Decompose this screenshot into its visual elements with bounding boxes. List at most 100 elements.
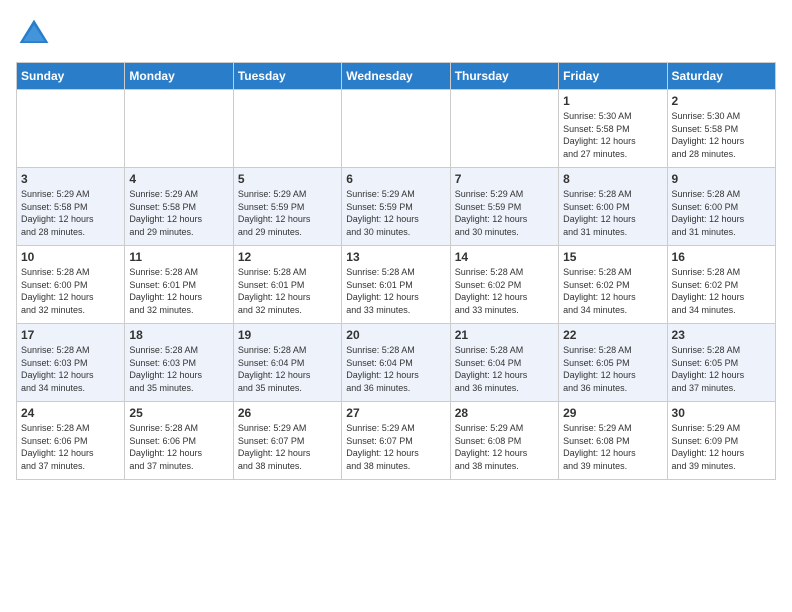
day-info: Sunrise: 5:28 AM Sunset: 6:01 PM Dayligh… [129, 266, 228, 316]
calendar-cell: 6Sunrise: 5:29 AM Sunset: 5:59 PM Daylig… [342, 168, 450, 246]
weekday-tuesday: Tuesday [233, 63, 341, 90]
day-number: 9 [672, 172, 771, 186]
calendar-cell: 2 Sunrise: 5:30 AM Sunset: 5:58 PM Daylig… [667, 90, 775, 168]
calendar-week-4: 17 Sunrise: 5:28 AM Sunset: 6:03 PM Dayli… [17, 324, 776, 402]
logo [16, 16, 56, 52]
calendar-cell: 30Sunrise: 5:29 AM Sunset: 6:09 PM Dayli… [667, 402, 775, 480]
day-info: Sunrise: 5:30 AM Sunset: 5:58 PM Dayligh… [672, 110, 771, 160]
day-info: Sunrise: 5:29 AM Sunset: 6:07 PM Dayligh… [346, 422, 445, 472]
day-info: Sunrise: 5:28 AM Sunset: 6:00 PM Dayligh… [21, 266, 120, 316]
day-number: 21 [455, 328, 554, 342]
day-info: Sunrise: 5:28 AM Sunset: 6:05 PM Dayligh… [563, 344, 662, 394]
calendar-cell: 17 Sunrise: 5:28 AM Sunset: 6:03 PM Dayli… [17, 324, 125, 402]
day-info: Sunrise: 5:29 AM Sunset: 5:58 PM Dayligh… [129, 188, 228, 238]
calendar-cell: 25 Sunrise: 5:28 AM Sunset: 6:06 PM Dayli… [125, 402, 233, 480]
weekday-saturday: Saturday [667, 63, 775, 90]
day-info: Sunrise: 5:28 AM Sunset: 6:02 PM Dayligh… [672, 266, 771, 316]
calendar-cell: 29Sunrise: 5:29 AM Sunset: 6:08 PM Dayli… [559, 402, 667, 480]
calendar-cell: 12 Sunrise: 5:28 AM Sunset: 6:01 PM Dayli… [233, 246, 341, 324]
calendar-cell: 4 Sunrise: 5:29 AM Sunset: 5:58 PM Daylig… [125, 168, 233, 246]
calendar-cell: 24 Sunrise: 5:28 AM Sunset: 6:06 PM Dayli… [17, 402, 125, 480]
day-number: 14 [455, 250, 554, 264]
day-number: 11 [129, 250, 228, 264]
day-number: 27 [346, 406, 445, 420]
day-number: 4 [129, 172, 228, 186]
day-info: Sunrise: 5:28 AM Sunset: 6:01 PM Dayligh… [238, 266, 337, 316]
day-info: Sunrise: 5:28 AM Sunset: 6:04 PM Dayligh… [238, 344, 337, 394]
calendar-cell: 11 Sunrise: 5:28 AM Sunset: 6:01 PM Dayli… [125, 246, 233, 324]
day-number: 5 [238, 172, 337, 186]
day-info: Sunrise: 5:29 AM Sunset: 6:07 PM Dayligh… [238, 422, 337, 472]
calendar-cell [342, 90, 450, 168]
calendar-cell: 13 Sunrise: 5:28 AM Sunset: 6:01 PM Dayli… [342, 246, 450, 324]
day-info: Sunrise: 5:28 AM Sunset: 6:06 PM Dayligh… [21, 422, 120, 472]
day-number: 18 [129, 328, 228, 342]
calendar-week-1: 1 Sunrise: 5:30 AM Sunset: 5:58 PM Daylig… [17, 90, 776, 168]
calendar-week-5: 24 Sunrise: 5:28 AM Sunset: 6:06 PM Dayli… [17, 402, 776, 480]
day-number: 3 [21, 172, 120, 186]
logo-icon [16, 16, 52, 52]
day-number: 25 [129, 406, 228, 420]
day-info: Sunrise: 5:29 AM Sunset: 5:59 PM Dayligh… [455, 188, 554, 238]
calendar-cell: 16 Sunrise: 5:28 AM Sunset: 6:02 PM Dayli… [667, 246, 775, 324]
day-info: Sunrise: 5:29 AM Sunset: 6:08 PM Dayligh… [563, 422, 662, 472]
day-info: Sunrise: 5:28 AM Sunset: 6:02 PM Dayligh… [563, 266, 662, 316]
calendar-body: 1 Sunrise: 5:30 AM Sunset: 5:58 PM Daylig… [17, 90, 776, 480]
day-info: Sunrise: 5:28 AM Sunset: 6:02 PM Dayligh… [455, 266, 554, 316]
calendar-cell: 15 Sunrise: 5:28 AM Sunset: 6:02 PM Dayli… [559, 246, 667, 324]
calendar-cell [17, 90, 125, 168]
calendar-cell [125, 90, 233, 168]
day-info: Sunrise: 5:28 AM Sunset: 6:03 PM Dayligh… [21, 344, 120, 394]
day-info: Sunrise: 5:28 AM Sunset: 6:04 PM Dayligh… [455, 344, 554, 394]
day-number: 13 [346, 250, 445, 264]
day-info: Sunrise: 5:28 AM Sunset: 6:05 PM Dayligh… [672, 344, 771, 394]
day-number: 12 [238, 250, 337, 264]
day-number: 16 [672, 250, 771, 264]
day-number: 2 [672, 94, 771, 108]
calendar-cell: 23 Sunrise: 5:28 AM Sunset: 6:05 PM Dayli… [667, 324, 775, 402]
day-info: Sunrise: 5:28 AM Sunset: 6:01 PM Dayligh… [346, 266, 445, 316]
page-header [16, 16, 776, 52]
weekday-thursday: Thursday [450, 63, 558, 90]
day-info: Sunrise: 5:28 AM Sunset: 6:04 PM Dayligh… [346, 344, 445, 394]
weekday-monday: Monday [125, 63, 233, 90]
day-info: Sunrise: 5:29 AM Sunset: 5:59 PM Dayligh… [238, 188, 337, 238]
calendar-cell: 1 Sunrise: 5:30 AM Sunset: 5:58 PM Daylig… [559, 90, 667, 168]
day-number: 22 [563, 328, 662, 342]
calendar-cell: 19 Sunrise: 5:28 AM Sunset: 6:04 PM Dayli… [233, 324, 341, 402]
day-info: Sunrise: 5:28 AM Sunset: 6:03 PM Dayligh… [129, 344, 228, 394]
calendar-cell: 10 Sunrise: 5:28 AM Sunset: 6:00 PM Dayli… [17, 246, 125, 324]
calendar-cell: 22 Sunrise: 5:28 AM Sunset: 6:05 PM Dayli… [559, 324, 667, 402]
calendar-cell: 21 Sunrise: 5:28 AM Sunset: 6:04 PM Dayli… [450, 324, 558, 402]
day-info: Sunrise: 5:29 AM Sunset: 5:58 PM Dayligh… [21, 188, 120, 238]
calendar-cell: 3 Sunrise: 5:29 AM Sunset: 5:58 PM Daylig… [17, 168, 125, 246]
calendar-cell: 5 Sunrise: 5:29 AM Sunset: 5:59 PM Daylig… [233, 168, 341, 246]
day-info: Sunrise: 5:28 AM Sunset: 6:06 PM Dayligh… [129, 422, 228, 472]
day-info: Sunrise: 5:29 AM Sunset: 5:59 PM Dayligh… [346, 188, 445, 238]
day-number: 23 [672, 328, 771, 342]
day-info: Sunrise: 5:30 AM Sunset: 5:58 PM Dayligh… [563, 110, 662, 160]
day-number: 30 [672, 406, 771, 420]
day-number: 1 [563, 94, 662, 108]
day-number: 17 [21, 328, 120, 342]
calendar-cell [450, 90, 558, 168]
weekday-header-row: SundayMondayTuesdayWednesdayThursdayFrid… [17, 63, 776, 90]
calendar-cell: 7 Sunrise: 5:29 AM Sunset: 5:59 PM Daylig… [450, 168, 558, 246]
calendar-week-3: 10 Sunrise: 5:28 AM Sunset: 6:00 PM Dayli… [17, 246, 776, 324]
day-number: 10 [21, 250, 120, 264]
calendar-cell: 18 Sunrise: 5:28 AM Sunset: 6:03 PM Dayli… [125, 324, 233, 402]
day-number: 19 [238, 328, 337, 342]
calendar-cell [233, 90, 341, 168]
day-number: 15 [563, 250, 662, 264]
day-number: 28 [455, 406, 554, 420]
calendar-header: SundayMondayTuesdayWednesdayThursdayFrid… [17, 63, 776, 90]
calendar-table: SundayMondayTuesdayWednesdayThursdayFrid… [16, 62, 776, 480]
calendar-cell: 27 Sunrise: 5:29 AM Sunset: 6:07 PM Dayli… [342, 402, 450, 480]
calendar-cell: 14 Sunrise: 5:28 AM Sunset: 6:02 PM Dayli… [450, 246, 558, 324]
day-number: 24 [21, 406, 120, 420]
day-number: 20 [346, 328, 445, 342]
calendar-cell: 9Sunrise: 5:28 AM Sunset: 6:00 PM Daylig… [667, 168, 775, 246]
day-info: Sunrise: 5:28 AM Sunset: 6:00 PM Dayligh… [563, 188, 662, 238]
calendar-week-2: 3 Sunrise: 5:29 AM Sunset: 5:58 PM Daylig… [17, 168, 776, 246]
day-number: 7 [455, 172, 554, 186]
